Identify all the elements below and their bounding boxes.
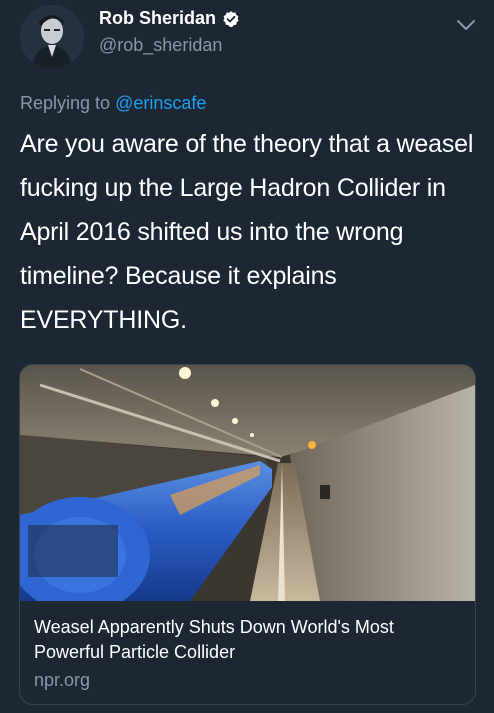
verified-badge-icon bbox=[223, 10, 239, 27]
avatar-photo-icon bbox=[20, 5, 84, 69]
card-title[interactable]: Weasel Apparently Shuts Down World's Mos… bbox=[34, 615, 464, 665]
replying-to-label: Replying to bbox=[20, 93, 116, 113]
particle-collider-tunnel-photo-icon bbox=[20, 365, 475, 601]
chevron-down-icon[interactable] bbox=[455, 18, 477, 32]
link-card[interactable]: Weasel Apparently Shuts Down World's Mos… bbox=[19, 364, 476, 705]
author-handle[interactable]: @rob_sheridan bbox=[99, 35, 222, 56]
reply-mention-link[interactable]: @erinscafe bbox=[115, 93, 206, 113]
tweet-text: Are you aware of the theory that a wease… bbox=[20, 130, 474, 334]
author-name[interactable]: Rob Sheridan bbox=[99, 8, 216, 29]
card-domain: npr.org bbox=[34, 670, 91, 690]
author-avatar[interactable] bbox=[20, 5, 84, 69]
replying-to-line: Replying to @erinscafe bbox=[20, 93, 206, 114]
author-name-row: Rob Sheridan bbox=[99, 8, 240, 29]
